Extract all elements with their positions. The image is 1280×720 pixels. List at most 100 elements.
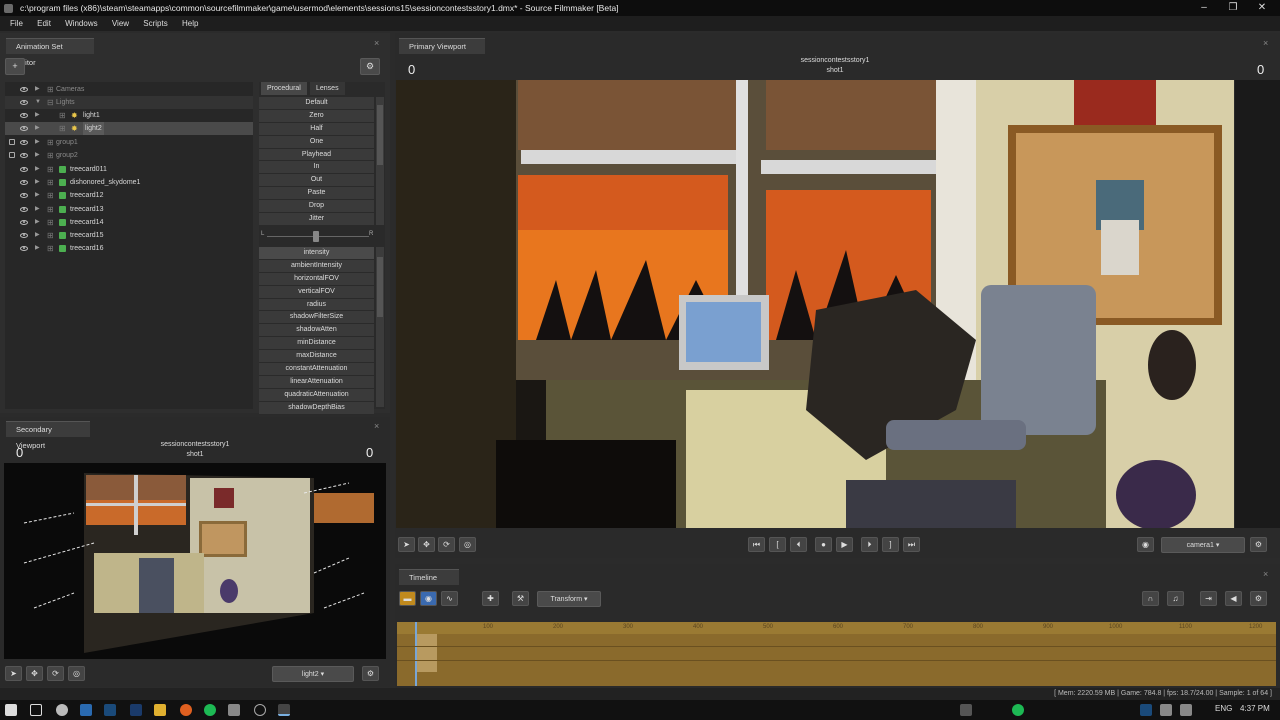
secondary-settings-gear-icon[interactable]: ⚙ [362,666,379,681]
menu-help[interactable]: Help [176,16,204,31]
visibility-eye-icon[interactable] [20,246,28,251]
menu-scripts[interactable]: Scripts [137,16,173,31]
visibility-eye-icon[interactable] [20,233,28,238]
graph-editor-icon[interactable]: ∿ [441,591,458,606]
tree-item-treecard14[interactable]: ▶ ⊞ treecard14 [5,216,253,229]
mark-out-icon[interactable]: ] [882,537,899,552]
prop-shadow-atten[interactable]: shadowAtten [259,324,374,338]
magnet-snap-icon[interactable]: ∩ [1142,591,1159,606]
visibility-eye-icon[interactable] [20,193,28,198]
timeline-settings-gear-icon[interactable]: ⚙ [1250,591,1267,606]
volume-icon[interactable] [1180,704,1192,716]
photoshop-icon[interactable] [130,704,142,716]
panel-close-icon[interactable]: × [1263,38,1268,48]
tree-item-group2[interactable]: ▶ ⊞ group2 [5,149,253,162]
tree-item-treecard13[interactable]: ▶ ⊞ treecard13 [5,203,253,216]
tab-animation-set-editor[interactable]: Animation Set Editor [6,38,94,67]
add-tool-icon[interactable]: ✚ [482,591,499,606]
visibility-eye-icon[interactable] [20,167,28,172]
visibility-eye-icon[interactable] [20,180,28,185]
spotify-icon[interactable] [204,704,216,716]
move-tool-icon[interactable]: ✥ [418,537,435,552]
tree-item-lights[interactable]: ▼ ⊟ Lights [5,96,253,109]
playhead[interactable] [415,622,417,686]
close-icon[interactable]: ✕ [1248,0,1276,16]
app-icon[interactable] [228,704,240,716]
settings-icon[interactable] [56,704,68,716]
jump-end-icon[interactable]: ⇥ [1200,591,1217,606]
visibility-eye-icon[interactable] [20,126,28,131]
panel-close-icon[interactable]: × [374,38,379,48]
rewind-to-start-icon[interactable]: ⏮ [748,537,765,552]
select-tool-icon[interactable]: ➤ [398,537,415,552]
tree-item-treecard12[interactable]: ▶ ⊞ treecard12 [5,189,253,202]
windows-start-icon[interactable] [5,704,17,716]
expand-arrow-icon[interactable]: ▶ [35,242,40,255]
prop-min-distance[interactable]: minDistance [259,337,374,351]
tab-timeline[interactable]: Timeline [399,569,459,585]
visibility-eye-icon[interactable] [20,100,28,105]
prop-shadow-filter-size[interactable]: shadowFilterSize [259,311,374,325]
preset-drop[interactable]: Drop [259,200,374,214]
tab-lenses[interactable]: Lenses [310,82,345,95]
expand-arrow-icon[interactable]: ▶ [35,83,40,96]
mark-in-icon[interactable]: [ [769,537,786,552]
balance-slider[interactable]: L R [261,230,379,242]
play-icon[interactable]: ▶ [836,537,853,552]
presets-scrollbar[interactable] [376,97,384,225]
collapse-arrow-icon[interactable]: ▼ [35,96,41,109]
preset-half[interactable]: Half [259,122,374,136]
tree-item-light1[interactable]: ▶ ⊞ ✸ light1 [5,109,253,122]
steam-icon[interactable] [104,704,116,716]
language-indicator[interactable]: ENG [1215,704,1232,713]
panel-close-icon[interactable]: × [1263,569,1268,579]
visibility-eye-icon[interactable] [20,207,28,212]
tree-item-light2[interactable]: ▶ ⊞ ✸ light2 [5,122,253,135]
camera-orbit-icon[interactable]: ◎ [459,537,476,552]
primary-settings-gear-icon[interactable]: ⚙ [1250,537,1267,552]
secondary-view-dropdown[interactable]: light2 ▾ [272,666,354,682]
clock[interactable]: 4:37 PM [1240,704,1270,713]
prop-intensity[interactable]: intensity [259,247,374,260]
expand-arrow-icon[interactable]: ▶ [35,189,40,202]
prop-max-distance[interactable]: maxDistance [259,350,374,364]
prop-shadow-depth-bias[interactable]: shadowDepthBias [259,401,374,415]
visibility-eye-icon[interactable] [20,113,28,118]
preset-jitter[interactable]: Jitter [259,213,374,226]
expand-arrow-icon[interactable]: ▶ [35,203,40,216]
skype-icon[interactable] [80,704,92,716]
clip-editor-icon[interactable]: ▬ [399,591,416,606]
tree-item-group1[interactable]: ▶ ⊞ group1 [5,136,253,149]
time-selection[interactable] [417,634,437,672]
preset-paste[interactable]: Paste [259,187,374,201]
transform-mode-dropdown[interactable]: Transform ▾ [537,591,601,607]
add-animation-set-button[interactable]: + [5,58,25,75]
panel-close-icon[interactable]: × [374,421,379,431]
lock-icon[interactable] [9,152,15,158]
tray-icon[interactable] [1012,704,1024,716]
visibility-eye-icon[interactable] [20,140,28,145]
select-tool-icon[interactable]: ➤ [5,666,22,681]
task-view-icon[interactable] [30,704,42,716]
camera-orbit-icon[interactable]: ◎ [68,666,85,681]
preset-default[interactable]: Default [259,97,374,110]
preset-one[interactable]: One [259,135,374,149]
speaker-icon[interactable]: ◀ [1225,591,1242,606]
expand-arrow-icon[interactable]: ▶ [35,136,40,149]
prop-horizontal-fov[interactable]: horizontalFOV [259,272,374,286]
expand-arrow-icon[interactable]: ▶ [35,216,40,229]
headphones-icon[interactable]: ♫ [1167,591,1184,606]
prop-quadratic-attenuation[interactable]: quadraticAttenuation [259,388,374,402]
source-filmmaker-taskbar-icon[interactable] [278,704,290,716]
tree-item-treecard16[interactable]: ▶ ⊞ treecard16 [5,242,253,255]
app-icon[interactable] [254,704,266,716]
expand-arrow-icon[interactable]: ▶ [35,149,40,162]
lock-icon[interactable] [9,139,15,145]
move-tool-icon[interactable]: ✥ [26,666,43,681]
motion-editor-icon[interactable]: ◉ [420,591,437,606]
menu-edit[interactable]: Edit [31,16,57,31]
prop-vertical-fov[interactable]: verticalFOV [259,285,374,299]
timeline-scale[interactable]: 100 200 300 400 500 600 700 800 900 1000… [397,622,1276,634]
camera-view-icon[interactable]: ◉ [1137,537,1154,552]
visibility-eye-icon[interactable] [20,153,28,158]
